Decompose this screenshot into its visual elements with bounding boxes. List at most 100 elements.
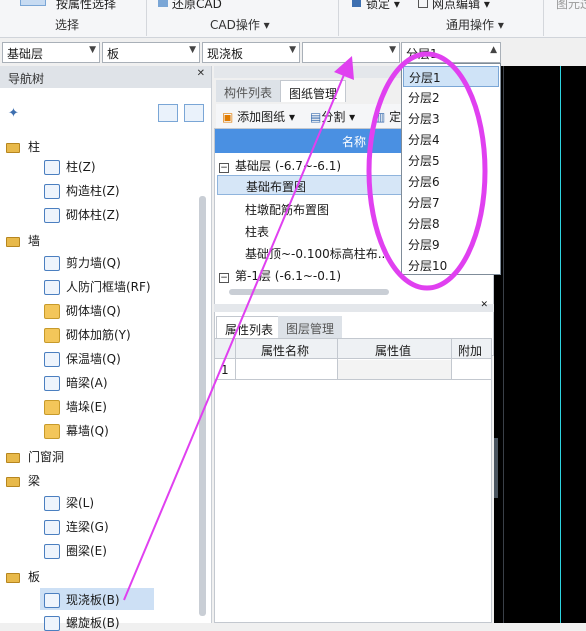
canvas-line <box>560 66 561 623</box>
scrollbar[interactable] <box>199 196 206 616</box>
hidden-beam-icon <box>44 376 60 391</box>
dropdown-option[interactable]: 分层1 <box>403 66 499 87</box>
row-number: 1 <box>221 363 229 377</box>
restore-cad-button[interactable]: 还原CAD <box>158 0 222 12</box>
layer-select[interactable]: 分层1 ▲ <box>401 42 501 63</box>
divider <box>338 0 339 36</box>
attr-select-button[interactable]: 按属性选择 <box>56 0 116 12</box>
tree-item-insulation-wall[interactable]: 保温墙(Q) <box>44 350 121 367</box>
door-frame-wall-icon <box>44 280 60 295</box>
h-scrollbar[interactable] <box>229 289 389 295</box>
collapse-icon[interactable]: − <box>219 273 229 283</box>
dropdown-option[interactable]: 分层6 <box>403 171 499 192</box>
dropdown-option[interactable]: 分层2 <box>403 87 499 108</box>
lock-button[interactable]: 锁定 ▾ <box>352 0 400 12</box>
tree-item-masonry-column[interactable]: 砌体柱(Z) <box>44 206 120 223</box>
add-drawing-button[interactable]: ▣ 添加图纸 ▾ <box>222 108 295 125</box>
divider <box>146 0 147 36</box>
folder-icon <box>6 476 20 487</box>
tree-group-beam[interactable]: 梁 <box>6 472 40 489</box>
chevron-down-icon: ▼ <box>389 45 396 55</box>
image-button[interactable]: 图元过 <box>556 0 586 12</box>
col-header-prop-value: 属性值 <box>375 344 412 358</box>
tree-item-curtain-wall[interactable]: 幕墙(Q) <box>44 422 109 439</box>
group-label-common: 通用操作 ▾ <box>446 18 504 32</box>
floor-select[interactable]: 基础层 ▼ <box>2 42 100 63</box>
rebar-icon <box>44 328 60 343</box>
tree-item-masonry-wall[interactable]: 砌体墙(Q) <box>44 302 121 319</box>
divider <box>543 0 544 36</box>
tree-item-shear-wall[interactable]: 剪力墙(Q) <box>44 254 121 271</box>
tree-item-column[interactable]: 柱(Z) <box>44 158 96 175</box>
dropdown-option[interactable]: 分层9 <box>403 234 499 255</box>
folder-icon <box>6 572 20 583</box>
split-button[interactable]: ▤分割 ▾ <box>310 108 355 125</box>
insulation-wall-icon <box>44 352 60 367</box>
dropdown-option[interactable]: 分层10 <box>403 255 499 276</box>
tree-item-cast-slab[interactable]: 现浇板(B) <box>40 588 154 610</box>
tree-group-wall[interactable]: 墙 <box>6 232 40 249</box>
shear-wall-icon <box>44 256 60 271</box>
grid-edit-button[interactable]: 网点编辑 ▾ <box>418 0 490 12</box>
dropdown-option[interactable]: 分层4 <box>403 129 499 150</box>
tree-group-column[interactable]: 柱 <box>6 138 40 155</box>
scrollbar[interactable] <box>494 438 498 498</box>
tab-component-list[interactable]: 构件列表 <box>216 80 281 102</box>
tree-item-civil-defense-wall[interactable]: 人防门框墙(RF) <box>44 278 151 295</box>
tree-item-masonry-rebar[interactable]: 砌体加筋(Y) <box>44 326 131 343</box>
close-icon[interactable]: ✕ <box>197 68 205 79</box>
property-header: 属性名称 属性值 附加 <box>215 339 491 379</box>
list-view-icon[interactable] <box>158 104 178 122</box>
blank-select[interactable]: ▼ <box>302 42 400 63</box>
sparkle-icon[interactable]: ✦ <box>8 106 19 121</box>
curtain-wall-icon <box>44 424 60 439</box>
spiral-slab-icon <box>44 616 60 631</box>
grid-icon <box>418 0 428 8</box>
nav-tree-title: 导航树 ✕ <box>0 66 211 88</box>
column-icon <box>44 160 60 175</box>
detail-view-icon[interactable] <box>184 104 204 122</box>
tree-item-ring-beam[interactable]: 圈梁(E) <box>44 542 107 559</box>
close-icon[interactable]: ✕ <box>480 300 488 310</box>
tree-group-slab[interactable]: 板 <box>6 568 40 585</box>
property-value-cell[interactable] <box>338 360 451 379</box>
type-select[interactable]: 板 ▼ <box>102 42 200 63</box>
restore-icon <box>158 0 168 7</box>
col-header-extra: 附加 <box>458 344 483 358</box>
splitter[interactable]: ✕ <box>214 300 494 312</box>
cad-canvas[interactable] <box>494 66 586 623</box>
link-beam-icon <box>44 520 60 535</box>
tab-layers[interactable]: 图层管理 <box>278 316 343 338</box>
chevron-down-icon: ▼ <box>289 45 296 55</box>
lock-icon <box>352 0 361 7</box>
dropdown-option[interactable]: 分层3 <box>403 108 499 129</box>
tree-item-link-beam[interactable]: 连梁(G) <box>44 518 109 535</box>
add-icon: ▣ <box>222 110 234 124</box>
canvas-line <box>503 66 504 623</box>
element-select[interactable]: 现浇板 ▼ <box>202 42 300 63</box>
dropdown-option[interactable]: 分层5 <box>403 150 499 171</box>
locate-icon: ▥ <box>374 110 386 124</box>
ring-beam-icon <box>44 544 60 559</box>
tab-props[interactable]: 属性列表 <box>216 316 283 338</box>
tree-item-beam[interactable]: 梁(L) <box>44 494 94 511</box>
select-mode-icon[interactable] <box>20 0 46 6</box>
divider <box>451 339 452 379</box>
chevron-down-icon: ▲ <box>490 45 497 55</box>
locate-button[interactable]: ▥ 定 <box>374 108 401 125</box>
dropdown-option[interactable]: 分层7 <box>403 192 499 213</box>
tree-item-wall-pier[interactable]: 墙垛(E) <box>44 398 107 415</box>
tab-drawing-manage[interactable]: 图纸管理 <box>280 80 347 102</box>
masonry-column-icon <box>44 208 60 223</box>
tree-item-construct-column[interactable]: 构造柱(Z) <box>44 182 120 199</box>
split-icon: ▤ <box>310 110 322 124</box>
tree-item-hidden-beam[interactable]: 暗梁(A) <box>44 374 108 391</box>
slab-icon <box>44 593 60 608</box>
collapse-icon[interactable]: − <box>219 163 229 173</box>
dropdown-option[interactable]: 分层8 <box>403 213 499 234</box>
folder-icon <box>6 452 20 463</box>
chevron-down-icon: ▼ <box>189 45 196 55</box>
tree-group-opening[interactable]: 门窗洞 <box>6 448 64 465</box>
ribbon: 按属性选择 还原CAD 锁定 ▾ 网点编辑 ▾ 图元过 选择 CAD操作 ▾ 通… <box>0 0 586 38</box>
layer-dropdown-list: 分层1 分层2 分层3 分层4 分层5 分层6 分层7 分层8 分层9 分层10 <box>401 63 501 275</box>
